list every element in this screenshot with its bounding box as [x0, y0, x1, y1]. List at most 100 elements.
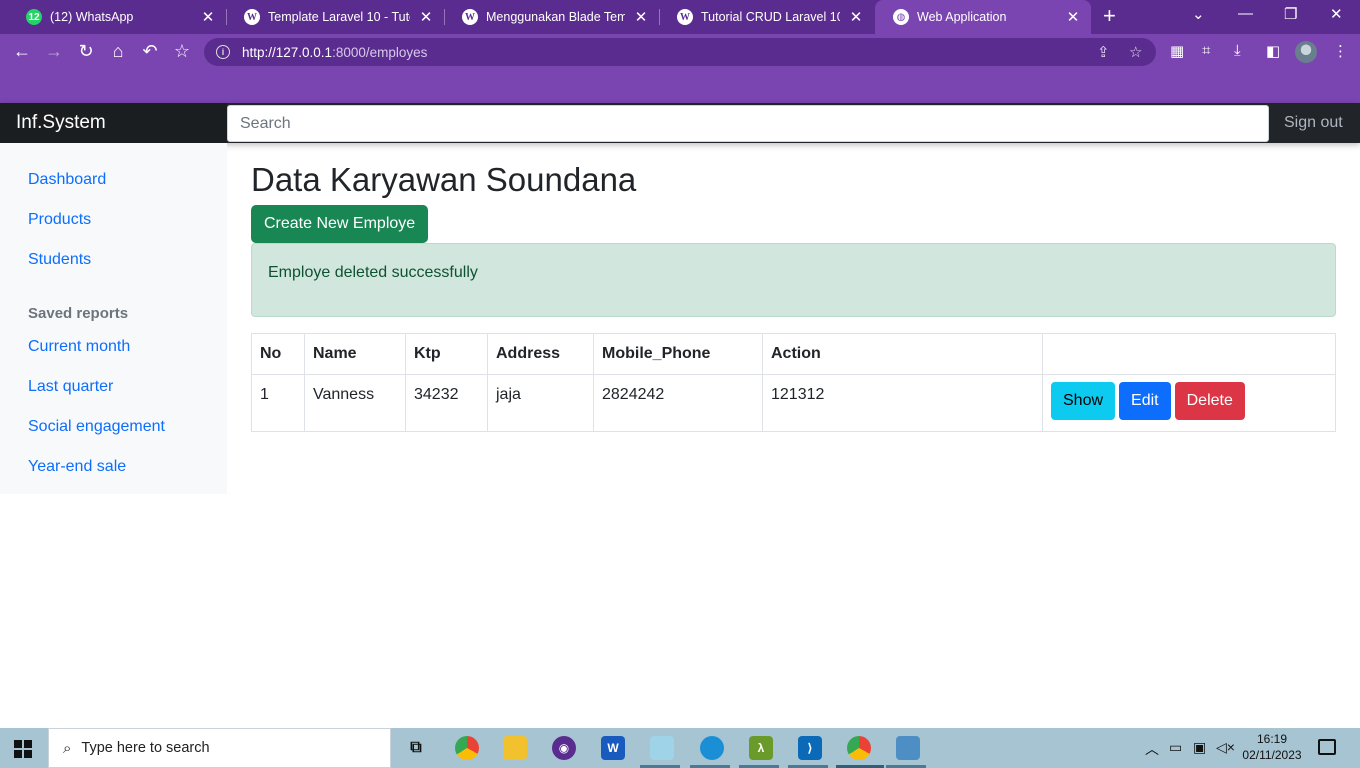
cell-name: Vanness [304, 374, 406, 432]
file-explorer-icon[interactable] [503, 736, 527, 760]
browser-toolbar: ← → ↻ ⌂ ↶ ☆ i http://127.0.0.1:8000/empl… [0, 34, 1360, 70]
windows-start-icon[interactable] [14, 740, 32, 758]
search-input[interactable] [227, 105, 1269, 142]
clock-time: 16:19 [1256, 732, 1288, 746]
cell-no: 1 [251, 374, 305, 432]
sidebar-item-social-engagement[interactable]: Social engagement [28, 418, 165, 436]
back-icon[interactable]: ← [11, 41, 33, 61]
notepad-icon[interactable] [650, 736, 674, 760]
close-icon[interactable]: ✕ [200, 8, 216, 26]
tab-whatsapp[interactable]: 12 (12) WhatsApp ✕ [8, 0, 226, 34]
saved-reports-heading: Saved reports [28, 305, 129, 322]
cell-mobile-phone: 2824242 [593, 374, 763, 432]
extensions-grid-icon[interactable]: ▦ [1170, 42, 1184, 60]
cell-action: 121312 [762, 374, 1043, 432]
share-icon[interactable]: ⇪ [1097, 43, 1110, 61]
chrome-icon[interactable] [455, 736, 479, 760]
address-bar[interactable]: i http://127.0.0.1:8000/employes ⇪ ☆ [204, 38, 1156, 66]
volume-muted-icon[interactable]: ◁× [1216, 739, 1235, 756]
crop-icon[interactable]: ⌗ [1202, 42, 1210, 59]
task-view-icon[interactable]: ⧉ [404, 736, 428, 760]
download-icon[interactable]: ⤓ [1234, 42, 1241, 59]
tab-web-application[interactable]: ◍ Web Application ✕ [875, 0, 1091, 34]
github-desktop-icon[interactable]: ◉ [552, 736, 576, 760]
tab-blade-template[interactable]: W Menggunakan Blade Template ✕ [444, 0, 659, 34]
sidebar-item-students[interactable]: Students [28, 251, 91, 269]
word-icon[interactable]: W [601, 736, 625, 760]
column-header-no: No [251, 333, 305, 375]
vscode-icon[interactable]: ⟩ [798, 736, 822, 760]
site-info-icon[interactable]: i [216, 45, 230, 59]
signout-link[interactable]: Sign out [1284, 103, 1343, 143]
cell-buttons: Show Edit Delete [1042, 374, 1336, 432]
page-title: Data Karyawan Soundana [251, 161, 637, 198]
battery-icon[interactable]: ▭ [1169, 739, 1182, 756]
show-button[interactable]: Show [1051, 382, 1116, 420]
url-path: :8000/employes [332, 44, 428, 60]
delete-button[interactable]: Delete [1174, 382, 1245, 420]
taskbar-search-box[interactable]: ⌕ Type here to search [48, 728, 391, 768]
network-icon[interactable]: ▣ [1193, 739, 1206, 756]
wordpress-icon: W [677, 9, 693, 25]
browser-tabstrip: 12 (12) WhatsApp ✕ W Template Laravel 10… [0, 0, 1360, 34]
employees-table: No Name Ktp Address Mobile_Phone Action … [251, 333, 1336, 432]
tab-search-icon[interactable]: ⌄ [1192, 5, 1205, 23]
sidebar-item-current-month[interactable]: Current month [28, 338, 130, 356]
column-header-mobile-phone: Mobile_Phone [593, 333, 763, 375]
system-clock[interactable]: 16:19 02/11/2023 [1236, 731, 1308, 763]
edge-icon[interactable] [700, 736, 724, 760]
bookmark-star-icon[interactable]: ☆ [171, 41, 193, 61]
cell-address: jaja [487, 374, 594, 432]
tab-title: Tutorial CRUD Laravel 10 - Tu [701, 10, 840, 24]
sidebar-item-year-end-sale[interactable]: Year-end sale [28, 458, 126, 476]
profile-avatar[interactable] [1295, 41, 1317, 63]
tab-crud-laravel[interactable]: W Tutorial CRUD Laravel 10 - Tu ✕ [659, 0, 874, 34]
table-row: 1 Vanness 34232 jaja 2824242 121312 Show… [251, 374, 1336, 432]
close-icon[interactable]: ✕ [418, 8, 434, 26]
tab-title: Web Application [917, 10, 1007, 24]
search-icon: ⌕ [63, 739, 72, 757]
chrome-active-icon[interactable] [847, 736, 871, 760]
sidebar: Dashboard Products Students Saved report… [0, 143, 227, 494]
star-icon[interactable]: ☆ [1129, 43, 1142, 61]
success-alert: Employe deleted successfully [251, 243, 1336, 317]
table-header-row: No Name Ktp Address Mobile_Phone Action [251, 333, 1336, 375]
menu-dots-icon[interactable]: ⋮ [1333, 42, 1348, 60]
taskbar: ⌕ Type here to search ⧉ ◉ W λ ⟩ ︿ ▭ ▣ ◁×… [0, 728, 1360, 768]
window-close-icon[interactable]: ✕ [1330, 5, 1343, 23]
new-tab-button[interactable]: + [1103, 5, 1116, 27]
brand-link[interactable]: Inf.System [0, 103, 227, 143]
close-icon[interactable]: ✕ [848, 8, 864, 26]
globe-icon: ◍ [893, 9, 909, 25]
photos-icon[interactable] [896, 736, 920, 760]
sidebar-item-last-quarter[interactable]: Last quarter [28, 378, 113, 396]
column-header-name: Name [304, 333, 406, 375]
undo-icon[interactable]: ↶ [139, 41, 161, 61]
laragon-icon[interactable]: λ [749, 736, 773, 760]
url-host: http://127.0.0.1 [242, 44, 333, 60]
notification-icon[interactable] [1318, 739, 1336, 755]
tab-title: Template Laravel 10 - Tutorial [268, 10, 410, 24]
close-icon[interactable]: ✕ [1065, 8, 1081, 26]
create-employe-button[interactable]: Create New Employe [251, 205, 429, 243]
chevron-up-icon[interactable]: ︿ [1145, 739, 1159, 759]
cell-ktp: 34232 [405, 374, 488, 432]
sidebar-item-products[interactable]: Products [28, 211, 91, 229]
column-header-buttons [1042, 333, 1336, 375]
edit-button[interactable]: Edit [1119, 382, 1171, 420]
reload-icon[interactable]: ↻ [75, 41, 97, 61]
home-icon[interactable]: ⌂ [107, 41, 129, 61]
restore-icon[interactable]: ❐ [1284, 5, 1297, 23]
wordpress-icon: W [462, 9, 478, 25]
tab-template-laravel[interactable]: W Template Laravel 10 - Tutorial ✕ [226, 0, 444, 34]
tab-title: Menggunakan Blade Template [486, 10, 625, 24]
app-header: Inf.System Sign out [0, 103, 1360, 143]
minimize-icon[interactable]: — [1238, 5, 1253, 22]
sidebar-item-dashboard[interactable]: Dashboard [28, 171, 106, 189]
column-header-action: Action [762, 333, 1043, 375]
side-panel-icon[interactable]: ◧ [1266, 42, 1280, 60]
clock-date: 02/11/2023 [1242, 748, 1302, 762]
close-icon[interactable]: ✕ [633, 8, 649, 26]
tab-title: (12) WhatsApp [50, 10, 134, 24]
forward-icon[interactable]: → [43, 41, 65, 61]
